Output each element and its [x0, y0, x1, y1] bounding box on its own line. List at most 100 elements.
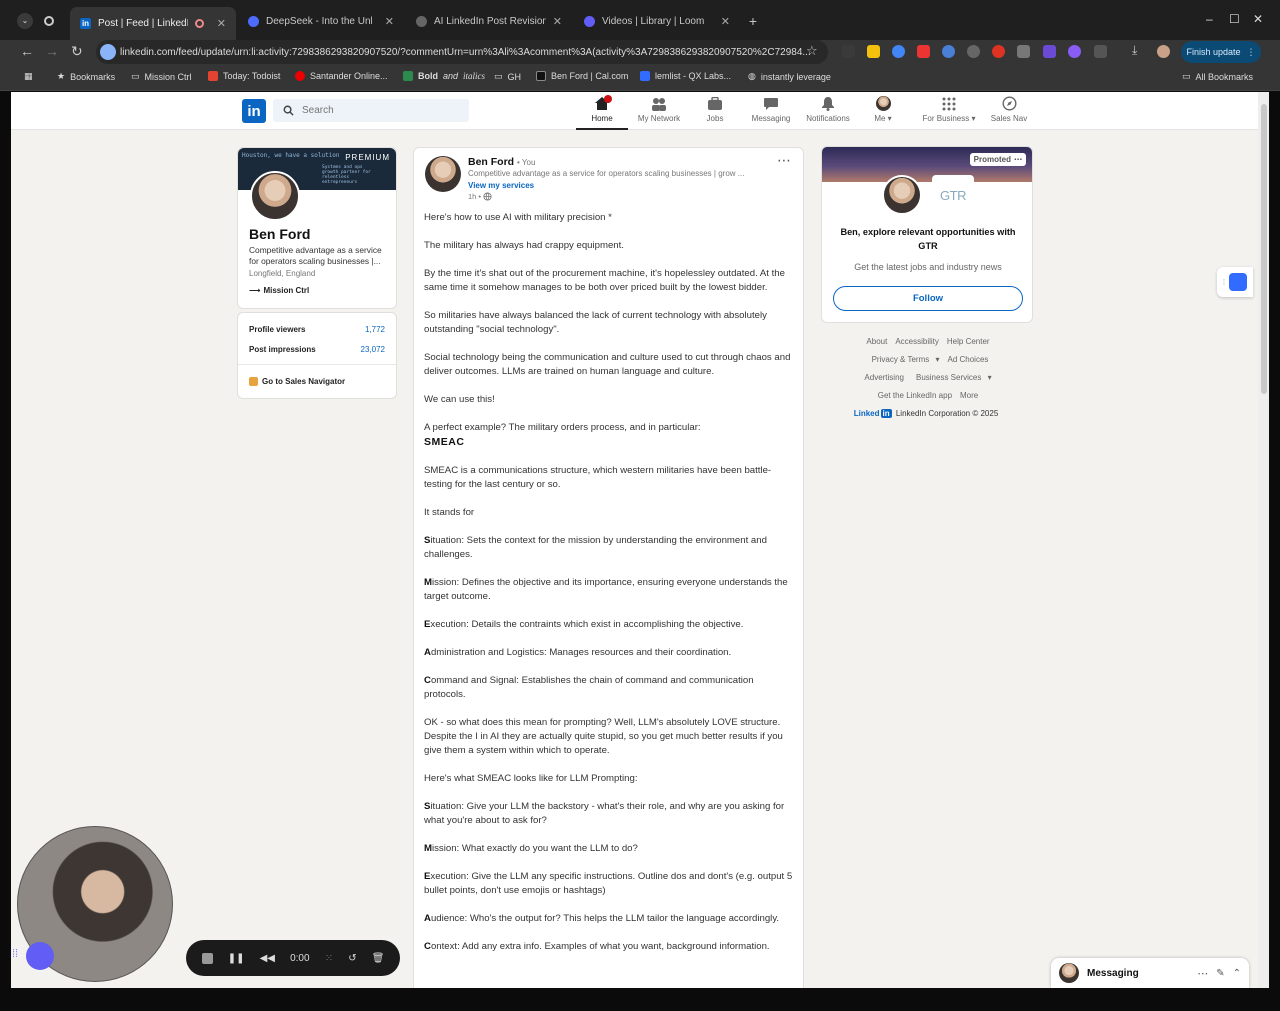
puzzle-extensions-icon[interactable]: [1094, 45, 1107, 58]
minimize-icon[interactable]: –: [1206, 12, 1213, 26]
todoist-extension-icon[interactable]: [992, 45, 1005, 58]
bookmark-lemlist[interactable]: lemlist - QX Labs...: [640, 71, 731, 81]
forward-arrow-icon[interactable]: →: [45, 43, 59, 59]
trash-icon[interactable]: 🗑: [372, 953, 385, 964]
bookmark-santander[interactable]: Santander Online...: [295, 71, 388, 81]
promoted-label[interactable]: Promoted ⋯: [969, 153, 1026, 166]
save-extension-icon[interactable]: [917, 45, 930, 58]
post-author-avatar[interactable]: [425, 156, 461, 192]
info-extension-icon[interactable]: [942, 45, 955, 58]
apps-grid-icon[interactable]: ▦: [24, 71, 33, 82]
close-tab-icon[interactable]: ✕: [553, 15, 562, 28]
nav-jobs[interactable]: Jobs: [703, 96, 727, 123]
page-scrollbar[interactable]: [1258, 92, 1269, 988]
footer-link-help-center[interactable]: Help Center: [947, 337, 990, 346]
search-box[interactable]: [273, 99, 469, 122]
side-extension-widget[interactable]: ⁞: [1217, 267, 1253, 297]
grid-icon[interactable]: ⁙: [325, 953, 333, 964]
linkedin-logo-icon[interactable]: in: [242, 99, 266, 123]
bookmark-all[interactable]: ▭ All Bookmarks: [1182, 71, 1253, 82]
more-icon[interactable]: ⋯: [1197, 967, 1208, 980]
download-icon[interactable]: ⤓: [1132, 43, 1137, 58]
badge-extension-icon[interactable]: [1043, 45, 1056, 58]
close-tab-icon[interactable]: ✕: [385, 15, 394, 28]
drag-handle-icon[interactable]: ⁞⁞: [12, 948, 18, 960]
profile-company[interactable]: ⟶ Mission Ctrl: [249, 286, 309, 295]
tab-loom[interactable]: Videos | Library | Loom ✕: [574, 8, 740, 34]
nav-notifications[interactable]: Notifications: [802, 96, 854, 123]
bookmark-star-icon[interactable]: ☆: [806, 43, 818, 59]
rewind-icon[interactable]: ◀◀: [260, 953, 275, 964]
back-arrow-icon[interactable]: ←: [20, 43, 34, 59]
post-author[interactable]: Ben Ford • You: [468, 156, 535, 168]
post-more-icon[interactable]: ⋯: [777, 152, 791, 169]
bookmark-bold-italics[interactable]: Bold and italics: [403, 71, 485, 81]
footer-link-get-app[interactable]: Get the LinkedIn app: [878, 391, 952, 400]
compose-icon[interactable]: ✎: [1216, 968, 1224, 979]
finish-update-button[interactable]: Finish update ⋮: [1181, 41, 1261, 63]
post-impressions-value[interactable]: 23,072: [361, 345, 385, 354]
promoted-ad-card: Promoted ⋯ GTR Ben, explore relevant opp…: [821, 146, 1033, 323]
tab-linkedin[interactable]: in Post | Feed | LinkedIn ✕: [70, 7, 236, 40]
bookmark-label: GH: [507, 71, 522, 82]
footer-link-accessibility[interactable]: Accessibility: [895, 337, 939, 346]
bookmark-cal[interactable]: Ben Ford | Cal.com: [536, 71, 628, 81]
bookmark-mission-ctrl[interactable]: ▭ Mission Ctrl: [131, 71, 192, 82]
footer-link-ad-choices[interactable]: Ad Choices: [947, 355, 988, 364]
notes-extension-icon[interactable]: [867, 45, 880, 58]
close-window-icon[interactable]: ✕: [1253, 12, 1263, 26]
tab-search-button[interactable]: ⌄: [14, 8, 36, 34]
post-impressions-label[interactable]: Post impressions: [249, 345, 316, 354]
tab-ai-linkedin-revision[interactable]: AI LinkedIn Post Revision ✕: [406, 8, 572, 34]
purple-extension-icon[interactable]: [1068, 45, 1081, 58]
new-tab-button[interactable]: +: [742, 8, 764, 34]
nav-home[interactable]: Home: [576, 95, 628, 130]
profile-viewers-label[interactable]: Profile viewers: [249, 325, 305, 334]
loom-logo-icon[interactable]: [26, 942, 54, 970]
profile-avatar-icon[interactable]: [1157, 45, 1170, 58]
sales-navigator-link[interactable]: Go to Sales Navigator: [249, 377, 345, 386]
nav-me[interactable]: Me ▾: [871, 96, 895, 123]
site-info-icon[interactable]: [100, 44, 116, 60]
post-paragraph: SMEAC is a communications structure, whi…: [424, 465, 772, 490]
close-tab-icon[interactable]: ✕: [217, 17, 226, 30]
chrome-extension-icon[interactable]: [892, 45, 905, 58]
arrow-right-icon: ⟶: [249, 286, 261, 295]
maximize-icon[interactable]: ☐: [1229, 12, 1240, 26]
nav-for-business[interactable]: For Business ▾: [920, 96, 978, 123]
profile-name[interactable]: Ben Ford: [249, 226, 310, 242]
footer-link-business-services[interactable]: Business Services ▾: [912, 373, 992, 382]
stop-icon[interactable]: [201, 952, 213, 964]
bookmark-instantly[interactable]: ◍ instantly leverage: [748, 71, 831, 82]
ad-title: Ben, explore relevant opportunities with…: [840, 227, 1016, 251]
tab-deepseek[interactable]: DeepSeek - Into the Unknown ✕: [238, 8, 404, 34]
profile-viewers-value[interactable]: 1,772: [365, 325, 385, 334]
bookmark-bookmarks[interactable]: ★ Bookmarks: [57, 71, 115, 82]
loading-extension-icon[interactable]: [967, 45, 980, 58]
nav-sales-nav[interactable]: Sales Nav: [988, 96, 1030, 123]
close-tab-icon[interactable]: ✕: [721, 15, 730, 28]
nav-messaging[interactable]: Messaging: [749, 96, 793, 123]
bookmark-todoist[interactable]: Today: Todoist: [208, 71, 280, 81]
sw-extension-icon[interactable]: [1017, 45, 1030, 58]
reload-icon[interactable]: ↻: [71, 43, 83, 60]
footer-link-privacy-terms[interactable]: Privacy & Terms ▾: [868, 355, 940, 364]
gtr-logo[interactable]: GTR: [932, 175, 974, 215]
footer-link-more[interactable]: More: [960, 391, 978, 400]
footer-link-advertising[interactable]: Advertising: [864, 373, 904, 382]
search-input[interactable]: [302, 105, 452, 116]
pen-extension-icon[interactable]: [842, 45, 855, 58]
bookmark-gh[interactable]: ▭ GH: [494, 71, 521, 82]
record-tab[interactable]: [44, 8, 64, 34]
footer-link-about[interactable]: About: [866, 337, 887, 346]
url-bar[interactable]: linkedin.com/feed/update/urn:li:activity…: [96, 40, 828, 64]
restart-icon[interactable]: ↺: [348, 953, 356, 964]
scrollbar-thumb[interactable]: [1261, 104, 1267, 394]
profile-avatar[interactable]: [250, 171, 300, 221]
follow-button[interactable]: Follow: [833, 286, 1023, 311]
nav-my-network[interactable]: My Network: [634, 96, 684, 123]
pause-icon[interactable]: ❚❚: [228, 953, 245, 964]
chevron-up-icon[interactable]: ⌃: [1233, 968, 1241, 979]
messaging-bar[interactable]: Messaging ⋯ ✎ ⌃: [1051, 958, 1249, 988]
view-services-link[interactable]: View my services: [468, 181, 534, 190]
